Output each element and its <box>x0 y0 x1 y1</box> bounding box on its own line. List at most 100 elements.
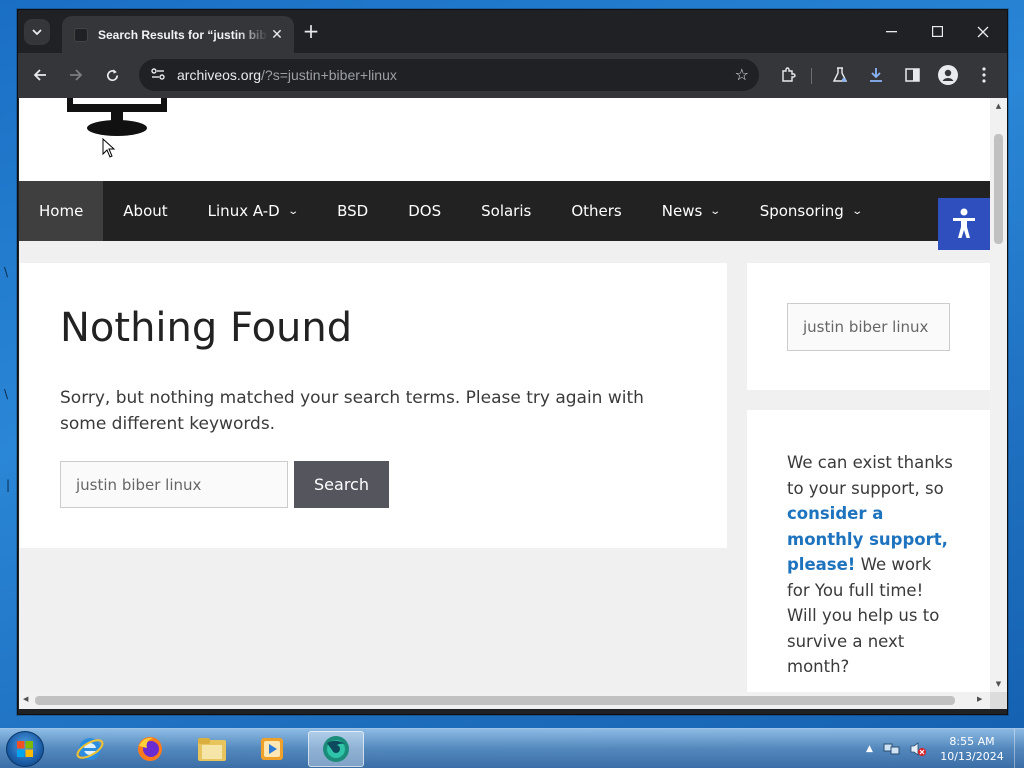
scroll-right-icon[interactable]: ▶ <box>977 695 982 703</box>
sidebar-search-widget: justin biber linux <box>747 263 990 390</box>
chrome-app[interactable] <box>308 731 364 767</box>
horizontal-scrollbar[interactable]: ◀ ▶ <box>19 692 990 709</box>
file-explorer-app[interactable] <box>184 731 240 767</box>
new-tab-button[interactable]: + <box>300 20 322 42</box>
nav-item-others[interactable]: Others <box>551 181 641 241</box>
folder-icon <box>198 738 226 761</box>
forward-button[interactable] <box>62 61 90 89</box>
reload-button[interactable] <box>98 61 126 89</box>
tab-title: Search Results for “justin biber linux” … <box>98 27 268 42</box>
horizontal-scroll-thumb[interactable] <box>35 696 955 705</box>
nav-item-label: About <box>123 202 168 220</box>
url-text: archiveos.org/?s=justin+biber+linux <box>177 67 397 83</box>
maximize-icon <box>931 26 943 37</box>
nav-item-about[interactable]: About <box>103 181 187 241</box>
extensions-button[interactable] <box>774 61 802 89</box>
chevron-down-icon: ⌄ <box>851 205 863 217</box>
close-window-button[interactable] <box>960 10 1006 53</box>
flask-icon <box>833 67 847 82</box>
nav-item-label: Others <box>571 202 622 220</box>
nav-item-sponsoring[interactable]: Sponsoring ⌄ <box>740 181 881 241</box>
network-icon[interactable] <box>883 741 901 757</box>
site-logo[interactable] <box>65 98 169 138</box>
maximize-button[interactable] <box>914 10 960 53</box>
desktop-glyph: \ <box>4 265 9 279</box>
media-player-icon <box>261 738 283 760</box>
downloads-button[interactable] <box>862 61 890 89</box>
search-results-card: Nothing Found Sorry, but nothing matched… <box>20 263 727 548</box>
chevron-down-icon <box>32 29 42 35</box>
scrollbar-corner <box>990 692 1007 709</box>
nav-item-solaris[interactable]: Solaris <box>461 181 551 241</box>
scroll-left-icon[interactable]: ◀ <box>23 695 28 703</box>
browser-app-icon <box>323 736 349 762</box>
vertical-scroll-thumb[interactable] <box>994 134 1003 244</box>
taskbar-clock[interactable]: 8:55 AM 10/13/2024 <box>936 734 1008 764</box>
download-icon <box>870 68 882 82</box>
nav-item-label: DOS <box>408 202 442 220</box>
nav-item-label: BSD <box>337 202 369 220</box>
sidebar-search-input[interactable]: justin biber linux <box>787 303 950 351</box>
forward-arrow-icon <box>70 69 83 81</box>
accessibility-button[interactable] <box>938 198 990 250</box>
scroll-up-icon[interactable]: ▲ <box>994 102 1003 110</box>
mouse-cursor-icon <box>102 138 116 158</box>
clock-time: 8:55 AM <box>949 735 995 748</box>
side-panel-button[interactable] <box>898 61 926 89</box>
url-path: /?s=justin+biber+linux <box>261 67 397 83</box>
nav-item-dos[interactable]: DOS <box>388 181 461 241</box>
firefox-app[interactable] <box>122 731 178 767</box>
kebab-menu-icon <box>982 67 986 83</box>
nav-item-label: Linux A-D <box>207 202 280 220</box>
menu-button[interactable] <box>970 61 998 89</box>
profile-button[interactable] <box>934 61 962 89</box>
windows-logo-icon <box>17 741 33 757</box>
search-button[interactable]: Search <box>294 461 389 508</box>
no-results-message: Sorry, but nothing matched your search t… <box>60 388 644 434</box>
toolbar-divider <box>811 68 812 84</box>
main-nav: Home About Linux A-D ⌄ BSD DOS Solaris Ot… <box>19 181 990 241</box>
scroll-down-icon[interactable]: ▼ <box>994 680 1003 688</box>
nav-item-bsd[interactable]: BSD <box>317 181 388 241</box>
taskbar: ▲ 8:55 AM 10/13/2024 <box>0 728 1024 768</box>
back-button[interactable] <box>26 61 54 89</box>
url-host: archiveos.org <box>177 67 262 83</box>
minimize-button[interactable] <box>868 10 914 53</box>
clock-date: 10/13/2024 <box>940 750 1004 763</box>
firefox-icon <box>138 737 162 761</box>
internet-explorer-app[interactable] <box>62 731 118 767</box>
show-desktop-button[interactable] <box>1014 729 1024 768</box>
desktop-glyph: | <box>6 478 11 492</box>
bookmark-star-icon[interactable]: ☆ <box>735 65 749 84</box>
nav-item-news[interactable]: News ⌄ <box>642 181 740 241</box>
labs-button[interactable] <box>826 61 854 89</box>
desktop-glyph: \ <box>4 387 9 401</box>
nav-item-label: News <box>661 202 703 220</box>
chevron-down-icon: ⌄ <box>287 205 299 217</box>
nav-item-label: Home <box>39 202 84 220</box>
vertical-scrollbar[interactable]: ▲ ▼ <box>990 98 1007 692</box>
site-settings-icon[interactable] <box>151 67 171 83</box>
site-header <box>19 98 990 181</box>
support-text: We can exist thanks to your support, so … <box>787 450 957 680</box>
browser-toolbar: archiveos.org/?s=justin+biber+linux ☆ <box>18 53 1007 98</box>
tab-search-button[interactable] <box>24 19 50 45</box>
show-hidden-icons-icon[interactable]: ▲ <box>866 744 873 754</box>
internet-explorer-icon <box>76 738 104 760</box>
side-panel-icon <box>904 68 920 82</box>
tab-strip: Search Results for “justin biber linux” … <box>18 10 1007 53</box>
search-input[interactable]: justin biber linux <box>60 461 288 508</box>
tab-active[interactable]: Search Results for “justin biber linux” … <box>62 16 294 53</box>
puzzle-icon <box>782 67 796 82</box>
back-arrow-icon <box>33 69 46 81</box>
media-player-app[interactable] <box>244 731 300 767</box>
nav-item-home[interactable]: Home <box>19 181 104 241</box>
volume-muted-icon[interactable] <box>909 741 927 757</box>
favicon-icon <box>74 27 88 42</box>
page-title: Nothing Found <box>60 305 353 351</box>
address-bar[interactable]: archiveos.org/?s=justin+biber+linux ☆ <box>139 59 759 91</box>
nav-item-linux-a-d[interactable]: Linux A-D ⌄ <box>188 181 317 241</box>
start-button[interactable] <box>6 731 44 767</box>
reload-icon <box>106 68 118 81</box>
close-tab-icon[interactable]: ✕ <box>268 27 286 43</box>
